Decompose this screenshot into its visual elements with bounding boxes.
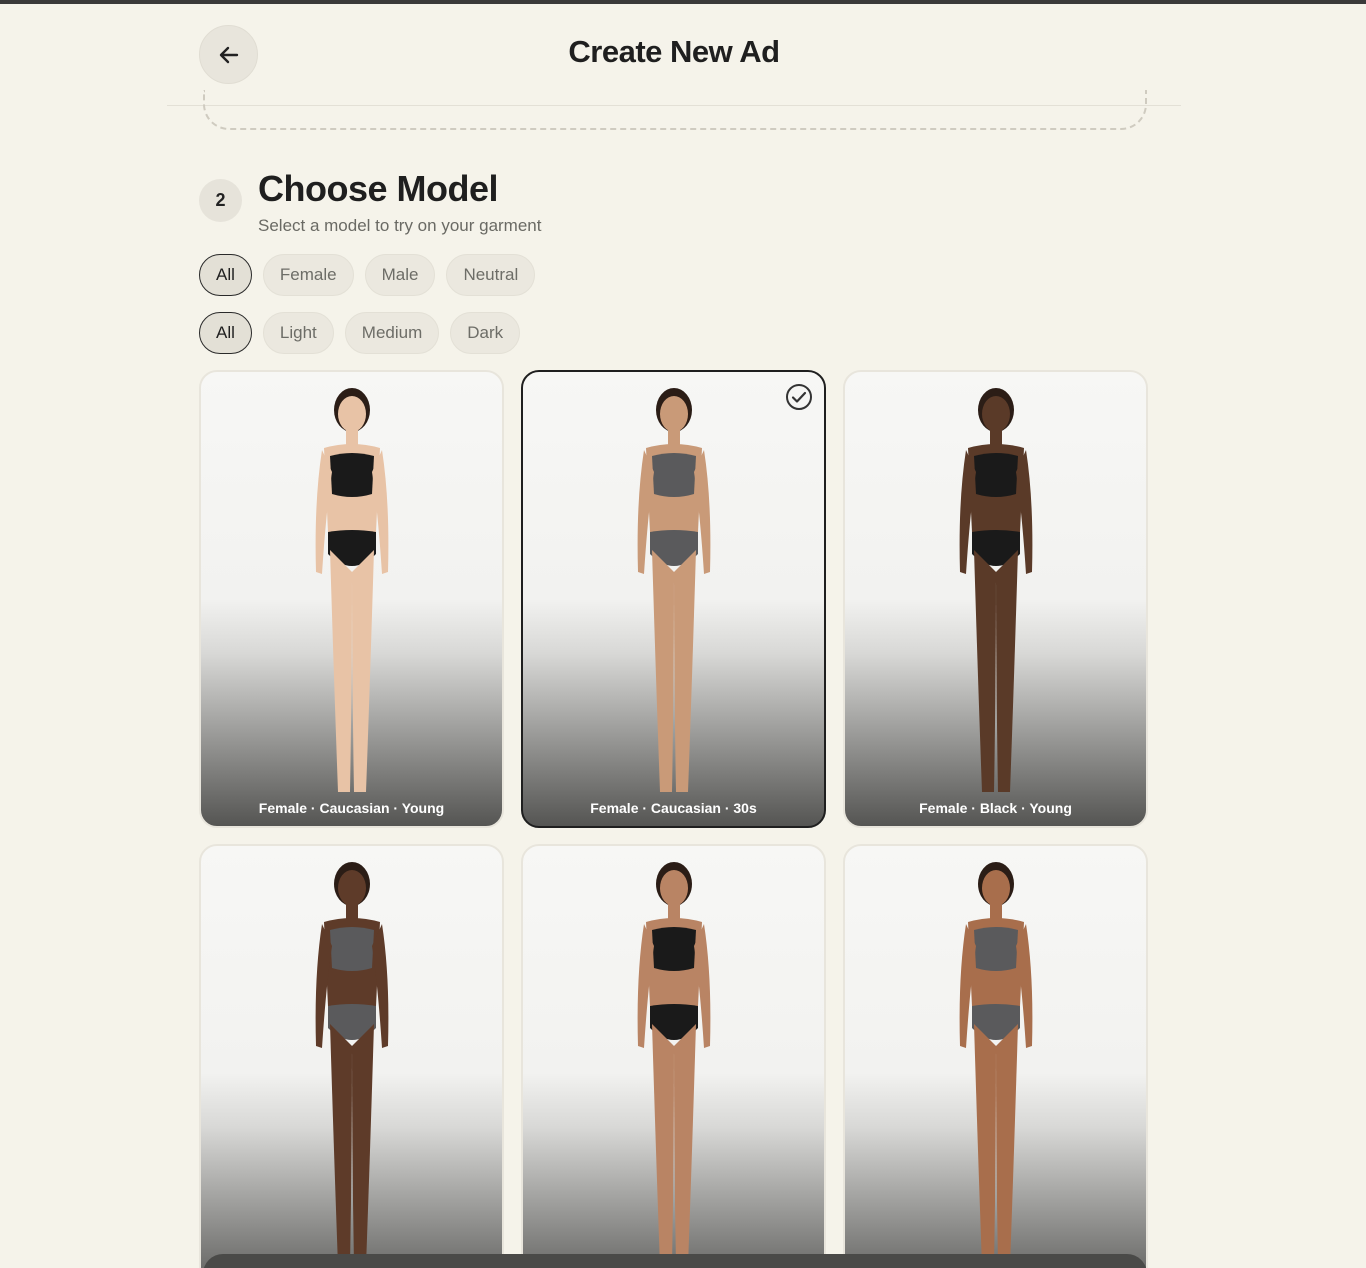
model-photo	[637, 388, 710, 792]
page-title: Create New Ad	[568, 34, 780, 69]
model-card-label: Female · Caucasian · 30s	[590, 800, 757, 816]
model-card[interactable]	[199, 844, 504, 1268]
gender-filter-neutral[interactable]: Neutral	[446, 254, 536, 296]
model-photo	[315, 388, 388, 792]
garment-upload-dropzone[interactable]	[203, 90, 1147, 130]
continue-button[interactable]	[203, 1254, 1147, 1268]
check-circle-icon	[786, 384, 812, 410]
gender-filter-male[interactable]: Male	[364, 254, 436, 296]
skin-filter-all[interactable]: All	[199, 312, 252, 354]
step-number-badge: 2	[199, 179, 242, 222]
model-card[interactable]	[521, 844, 826, 1268]
model-card-selected[interactable]: Female · Caucasian · 30s	[521, 370, 826, 828]
section-title: Choose Model	[258, 168, 499, 209]
section-subtitle: Select a model to try on your garment	[258, 216, 542, 235]
model-photo	[959, 862, 1032, 1266]
model-card-label: Female · Black · Young	[919, 800, 1072, 816]
model-photo	[637, 862, 710, 1266]
skin-filter-medium[interactable]: Medium	[344, 312, 440, 354]
model-card[interactable]: Female · Caucasian · Young	[199, 370, 504, 828]
model-photo	[315, 862, 388, 1266]
model-card-label: Female · Caucasian · Young	[258, 800, 445, 816]
model-card[interactable]: Female · Black · Young	[843, 370, 1148, 828]
skin-filter-light[interactable]: Light	[262, 312, 334, 354]
skin-filter-dark[interactable]: Dark	[450, 312, 521, 354]
gender-filter-female[interactable]: Female	[262, 254, 354, 296]
model-card[interactable]	[843, 844, 1148, 1268]
model-photo	[959, 388, 1032, 792]
skin-tone-filter-group: All Light Medium Dark	[199, 312, 521, 354]
gender-filter-group: All Female Male Neutral	[199, 254, 536, 296]
gender-filter-all[interactable]: All	[199, 254, 252, 296]
